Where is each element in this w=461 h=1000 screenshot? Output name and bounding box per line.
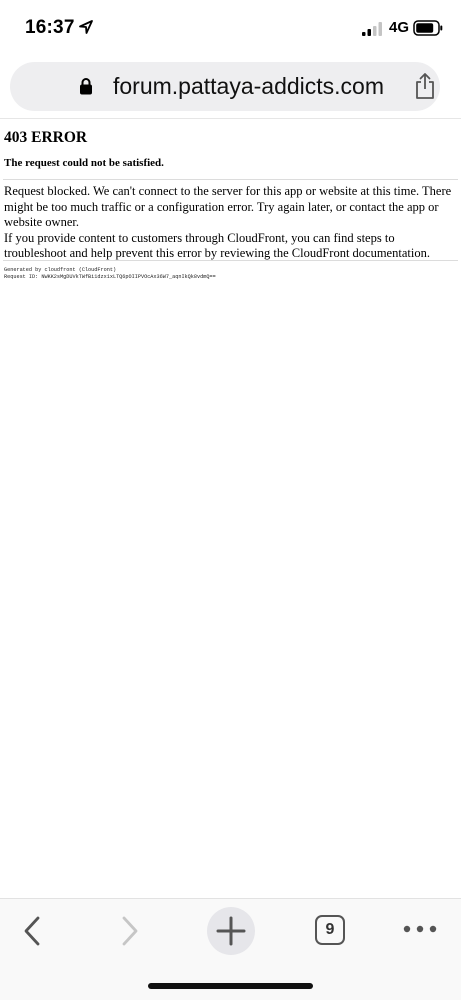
- tab-count: 9: [325, 921, 335, 938]
- browser-toolbar: 9: [0, 898, 461, 1000]
- plus-icon: [216, 916, 246, 946]
- location-arrow-icon: [79, 20, 93, 34]
- status-time: 16:37: [25, 17, 75, 38]
- url-text[interactable]: forum.pattaya-addicts.com: [113, 73, 384, 100]
- battery-icon: [413, 20, 443, 36]
- divider: [3, 260, 458, 261]
- network-type: 4G: [389, 19, 410, 36]
- lock-icon: [80, 78, 92, 95]
- address-bar[interactable]: forum.pattaya-addicts.com: [10, 62, 440, 111]
- status-bar: 16:37 4G: [0, 0, 461, 58]
- new-tab-button[interactable]: [207, 907, 255, 955]
- request-details: Generated by cloudfront (CloudFront) Req…: [4, 267, 216, 280]
- top-divider: [0, 118, 461, 119]
- more-menu-icon[interactable]: [400, 921, 440, 937]
- request-id-text: Request ID: NWKK2sMgDUVkTWfBi1dzx1xLTQ6p…: [4, 273, 216, 280]
- divider: [3, 179, 458, 180]
- tab-switcher-button[interactable]: 9: [315, 915, 345, 945]
- generated-by-text: Generated by cloudfront (CloudFront): [4, 267, 117, 273]
- share-icon[interactable]: [413, 72, 437, 100]
- home-indicator[interactable]: [148, 983, 313, 989]
- error-message: Request blocked. We can't connect to the…: [4, 184, 452, 229]
- cellular-signal-icon: [362, 22, 382, 36]
- back-arrow-icon[interactable]: [20, 915, 44, 947]
- error-title: 403 ERROR: [4, 129, 88, 146]
- error-body: Request blocked. We can't connect to the…: [4, 184, 456, 262]
- forward-arrow-icon[interactable]: [118, 915, 142, 947]
- cloudfront-help-text: If you provide content to customers thro…: [4, 230, 430, 261]
- error-subtitle: The request could not be satisfied.: [4, 157, 164, 169]
